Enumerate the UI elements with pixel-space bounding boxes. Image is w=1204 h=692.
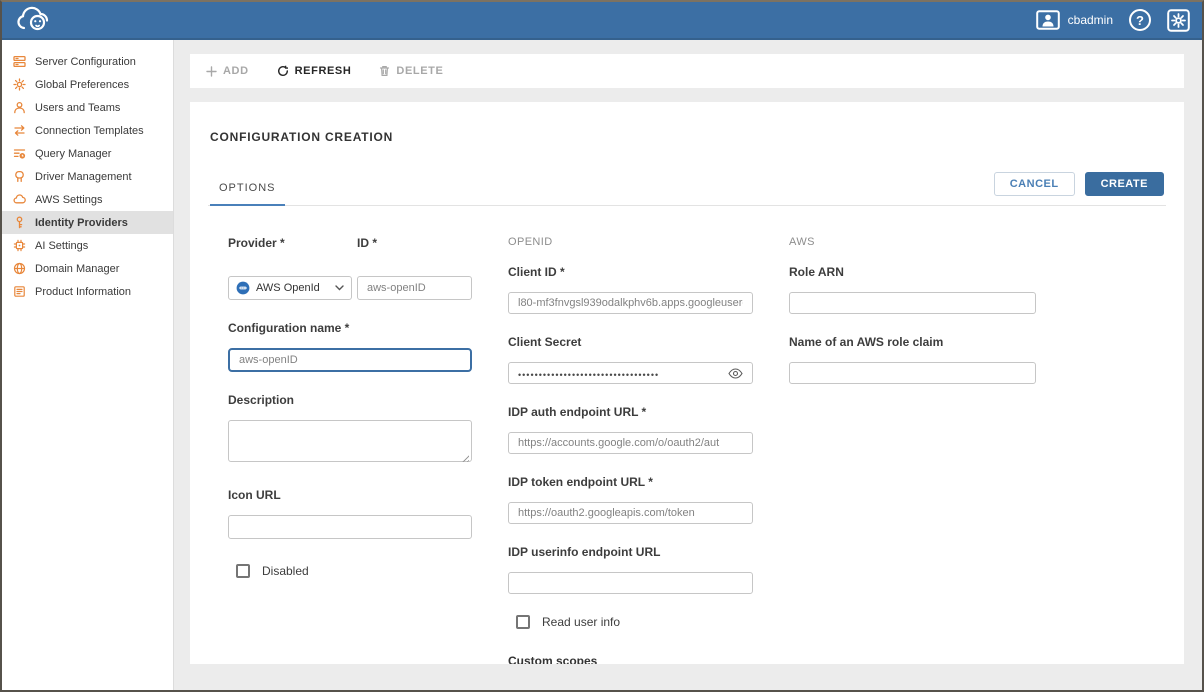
globe-icon — [12, 262, 26, 276]
idp-userinfo-endpoint-label: IDP userinfo endpoint URL — [508, 545, 753, 559]
document-icon — [12, 285, 26, 299]
cancel-button[interactable]: CANCEL — [994, 172, 1075, 196]
sidebar-item-query-manager[interactable]: Query Manager — [2, 142, 173, 165]
configuration-creation-card: CONFIGURATION CREATION OPTIONS CANCEL CR… — [190, 102, 1184, 664]
role-arn-input[interactable] — [789, 292, 1036, 314]
provider-label: Provider * — [228, 236, 352, 250]
read-user-info-checkbox[interactable] — [516, 615, 530, 629]
id-input[interactable] — [357, 276, 472, 300]
client-secret-label: Client Secret — [508, 335, 753, 349]
page-title: CONFIGURATION CREATION — [210, 130, 1166, 144]
admin-sidebar: Server Configuration Global Preferences … — [2, 40, 174, 690]
sidebar-item-label: AWS Settings — [35, 194, 102, 206]
chip-icon — [12, 239, 26, 253]
sidebar-item-label: Global Preferences — [35, 79, 129, 91]
user-icon — [1036, 10, 1060, 30]
create-button[interactable]: CREATE — [1085, 172, 1164, 196]
sidebar-item-label: AI Settings — [35, 240, 88, 252]
provider-select[interactable]: AWS OpenId — [228, 276, 352, 300]
sidebar-item-aws-settings[interactable]: AWS Settings — [2, 188, 173, 211]
icon-url-input[interactable] — [228, 515, 472, 539]
custom-scopes-label: Custom scopes — [508, 654, 753, 664]
sidebar-item-connection-templates[interactable]: Connection Templates — [2, 119, 173, 142]
sidebar-item-label: Product Information — [35, 286, 131, 298]
sidebar-item-ai-settings[interactable]: AI Settings — [2, 234, 173, 257]
sidebar-item-domain-manager[interactable]: Domain Manager — [2, 257, 173, 280]
openid-section-header: OPENID — [508, 236, 753, 248]
client-secret-input[interactable]: •••••••••••••••••••••••••••••••••• — [508, 362, 753, 384]
delete-button: DELETE — [379, 65, 443, 77]
items-toolbar: ADD REFRESH DELETE — [190, 54, 1184, 88]
driver-icon — [12, 170, 26, 184]
icon-url-label: Icon URL — [228, 488, 472, 502]
idp-token-endpoint-input[interactable] — [508, 502, 753, 524]
query-list-icon — [12, 147, 26, 161]
disabled-checkbox-label: Disabled — [262, 564, 309, 578]
disabled-checkbox[interactable] — [236, 564, 250, 578]
provider-selected-value: AWS OpenId — [256, 282, 320, 294]
username: cbadmin — [1068, 13, 1113, 27]
sidebar-item-label: Server Configuration — [35, 56, 136, 68]
key-icon — [12, 216, 26, 230]
server-icon — [12, 55, 26, 69]
user-menu[interactable]: cbadmin — [1036, 10, 1113, 30]
sidebar-item-label: Driver Management — [35, 171, 132, 183]
refresh-button[interactable]: REFRESH — [277, 65, 352, 77]
reveal-password-eye-icon[interactable] — [728, 368, 743, 379]
role-claim-label: Name of an AWS role claim — [789, 335, 1036, 349]
description-label: Description — [228, 393, 472, 407]
sidebar-item-label: Identity Providers — [35, 217, 128, 229]
sidebar-item-users-and-teams[interactable]: Users and Teams — [2, 96, 173, 119]
idp-userinfo-endpoint-input[interactable] — [508, 572, 753, 594]
cloudbeaver-logo[interactable] — [14, 6, 60, 34]
tabs-and-actions-row: OPTIONS CANCEL CREATE — [208, 172, 1166, 206]
read-user-info-label: Read user info — [542, 615, 620, 629]
aws-section-header: AWS — [789, 236, 1036, 248]
sidebar-item-label: Domain Manager — [35, 263, 119, 275]
topbar: cbadmin ? — [2, 2, 1202, 40]
help-icon[interactable]: ? — [1129, 9, 1151, 31]
sidebar-item-label: Connection Templates — [35, 125, 144, 137]
id-label: ID * — [357, 236, 472, 250]
add-button: ADD — [206, 65, 249, 77]
role-claim-input[interactable] — [789, 362, 1036, 384]
idp-auth-endpoint-label: IDP auth endpoint URL * — [508, 405, 753, 419]
configuration-name-input[interactable] — [228, 348, 472, 372]
client-id-label: Client ID * — [508, 265, 753, 279]
sidebar-item-label: Users and Teams — [35, 102, 120, 114]
sidebar-item-global-preferences[interactable]: Global Preferences — [2, 73, 173, 96]
aws-openid-provider-icon — [236, 281, 250, 295]
sidebar-item-product-information[interactable]: Product Information — [2, 280, 173, 303]
tab-options[interactable]: OPTIONS — [210, 182, 285, 206]
description-textarea[interactable] — [228, 420, 472, 462]
masked-secret-value: •••••••••••••••••••••••••••••••••• — [518, 367, 728, 380]
user-icon — [12, 101, 26, 115]
idp-token-endpoint-label: IDP token endpoint URL * — [508, 475, 753, 489]
sidebar-item-label: Query Manager — [35, 148, 111, 160]
sidebar-item-driver-management[interactable]: Driver Management — [2, 165, 173, 188]
configuration-name-label: Configuration name * — [228, 321, 472, 335]
chevron-down-icon — [335, 285, 344, 291]
sidebar-item-server-configuration[interactable]: Server Configuration — [2, 50, 173, 73]
role-arn-label: Role ARN — [789, 265, 1036, 279]
sidebar-item-identity-providers[interactable]: Identity Providers — [2, 211, 173, 234]
client-id-input[interactable] — [508, 292, 753, 314]
content-area: ADD REFRESH DELETE CONFIGURATION CREATIO… — [174, 40, 1202, 690]
cloud-icon — [12, 193, 26, 207]
gear-icon — [12, 78, 26, 92]
identity-provider-form: Provider * ID * — [208, 236, 1166, 664]
idp-auth-endpoint-input[interactable] — [508, 432, 753, 454]
settings-icon[interactable] — [1167, 9, 1190, 32]
swap-arrows-icon — [12, 124, 26, 138]
